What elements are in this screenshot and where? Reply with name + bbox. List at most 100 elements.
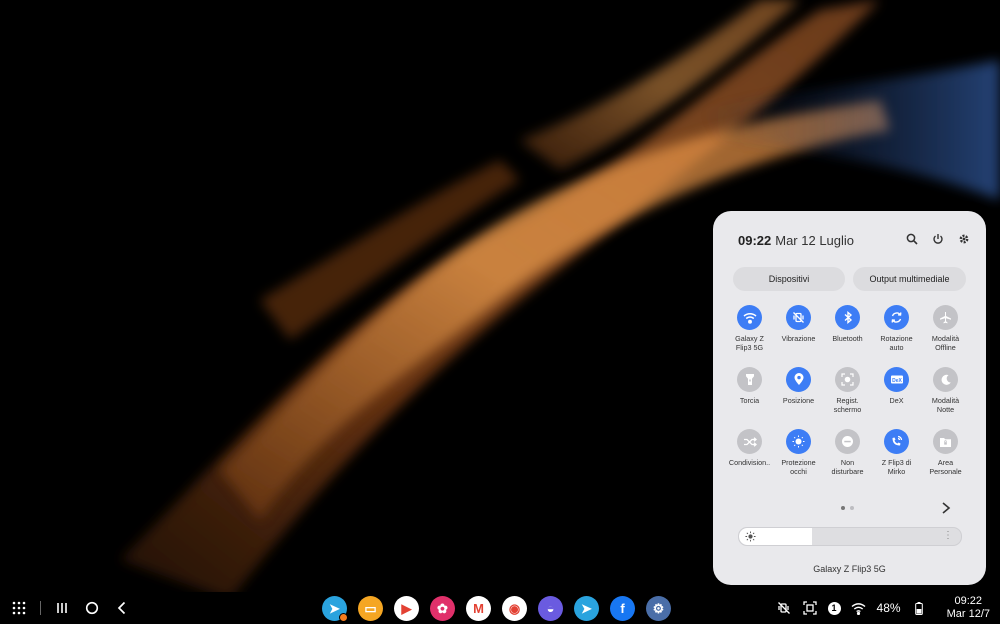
- device-name: Galaxy Z Flip3 5G: [813, 564, 886, 574]
- notification-badge[interactable]: 1: [827, 601, 841, 615]
- wifi-icon: [851, 600, 867, 616]
- bluetooth-icon[interactable]: [835, 305, 860, 330]
- quick-tile-label: Protezione occhi: [781, 458, 816, 476]
- back-icon[interactable]: [113, 600, 131, 616]
- quick-tile[interactable]: Torcia: [725, 367, 774, 419]
- eye-comfort-icon[interactable]: [786, 429, 811, 454]
- search-icon[interactable]: [904, 231, 920, 247]
- quick-panel: 09:22 Mar 12 Luglio Dispositivi Output mu…: [713, 211, 986, 585]
- quick-tile-label: Regist. schermo: [833, 396, 862, 414]
- samsung-notes-icon: ▭: [364, 600, 377, 616]
- taskbar-clock[interactable]: 09:22 Mar 12/7: [947, 595, 990, 621]
- taskbar-apps: ➤ ▭ ▶ ✿ M ◉ ◒ ➤ f ⚙: [322, 596, 671, 622]
- panel-clock: 09:22 Mar 12 Luglio: [738, 233, 854, 248]
- vibration-icon[interactable]: [786, 305, 811, 330]
- telegram-app-2[interactable]: ➤: [574, 596, 599, 621]
- quick-tile[interactable]: Bluetooth: [823, 305, 872, 357]
- home-icon[interactable]: [83, 600, 101, 616]
- gear-icon[interactable]: [956, 231, 972, 247]
- play-store-icon: ▶: [401, 600, 412, 616]
- apps-grid-icon[interactable]: [10, 600, 28, 616]
- devices-button[interactable]: Dispositivi: [733, 267, 845, 291]
- quick-tile[interactable]: Protezione occhi: [774, 429, 823, 481]
- quick-tile-label: Torcia: [739, 396, 760, 405]
- chrome-app[interactable]: ◉: [502, 596, 527, 621]
- page-dot: [850, 506, 854, 510]
- play-store-app[interactable]: ▶: [394, 596, 419, 621]
- quick-tile[interactable]: Non disturbare: [823, 429, 872, 481]
- facebook-icon: f: [620, 601, 625, 616]
- quick-tile[interactable]: Modalità Notte: [921, 367, 970, 419]
- taskbar: ➤ ▭ ▶ ✿ M ◉ ◒ ➤ f ⚙ 1 48% 09:22 Mar 12/7: [0, 592, 1000, 624]
- divider: [40, 601, 41, 615]
- panel-date: Mar 12 Luglio: [775, 233, 855, 248]
- gallery-icon: ✿: [437, 600, 448, 616]
- quick-tile-label: Vibrazione: [781, 334, 816, 343]
- quick-tile[interactable]: Posizione: [774, 367, 823, 419]
- quick-tile[interactable]: Regist. schermo: [823, 367, 872, 419]
- moon-icon[interactable]: [933, 367, 958, 392]
- share-icon[interactable]: [737, 429, 762, 454]
- clock-date: Mar 12/7: [946, 608, 990, 620]
- quick-tile-label: DeX: [889, 396, 904, 405]
- quick-tile-label: Condivision..: [728, 458, 771, 467]
- sun-icon: [745, 531, 756, 542]
- dnd-icon[interactable]: [835, 429, 860, 454]
- page-indicator: [841, 506, 854, 510]
- settings-icon: ⚙: [652, 600, 665, 616]
- more-options-icon[interactable]: ⋮: [943, 530, 953, 542]
- quick-tile[interactable]: DeX DeX: [872, 367, 921, 419]
- flashlight-icon[interactable]: [737, 367, 762, 392]
- samsung-internet-app[interactable]: ◒: [538, 596, 563, 621]
- airplane-icon[interactable]: [933, 305, 958, 330]
- quick-tile[interactable]: Condivision..: [725, 429, 774, 481]
- quick-tile-label: Area Personale: [929, 458, 962, 476]
- battery-icon: [911, 600, 927, 616]
- quick-tile[interactable]: Vibrazione: [774, 305, 823, 357]
- quick-settings-grid: Galaxy Z Flip3 5G Vibrazione Bluetooth Rota…: [725, 305, 977, 481]
- brightness-slider[interactable]: ⋮: [738, 527, 962, 546]
- clock-time: 09:22: [954, 595, 983, 607]
- secure-folder-icon[interactable]: [933, 429, 958, 454]
- quick-tile[interactable]: Galaxy Z Flip3 5G: [725, 305, 774, 357]
- telegram-2-icon: ➤: [581, 600, 592, 616]
- quick-tile-label: Z Flip3 di Mirko: [881, 458, 912, 476]
- gmail-app[interactable]: M: [466, 596, 491, 621]
- chrome-icon: ◉: [508, 600, 521, 616]
- quick-tile-label: Posizione: [782, 396, 815, 405]
- facebook-app[interactable]: f: [610, 596, 635, 621]
- samsung-notes-app[interactable]: ▭: [358, 596, 383, 621]
- panel-time: 09:22: [738, 233, 772, 248]
- rotation-icon[interactable]: [884, 305, 909, 330]
- samsung-internet-icon: ◒: [546, 601, 555, 616]
- screen-capture-icon[interactable]: [802, 600, 818, 616]
- quick-tile[interactable]: Modalità Offline: [921, 305, 970, 357]
- panel-top-icons: [904, 231, 972, 247]
- battery-level: 48%: [876, 601, 901, 615]
- svg-text:DeX: DeX: [892, 377, 902, 383]
- notification-dot: [339, 613, 348, 622]
- telegram-app[interactable]: ➤: [322, 596, 348, 622]
- dex-icon[interactable]: DeX: [884, 367, 909, 392]
- media-output-button[interactable]: Output multimediale: [853, 267, 966, 291]
- wifi-icon[interactable]: [737, 305, 762, 330]
- chevron-right-icon[interactable]: [940, 501, 952, 515]
- quick-tile[interactable]: Area Personale: [921, 429, 970, 481]
- power-icon[interactable]: [930, 231, 946, 247]
- quick-tile[interactable]: Z Flip3 di Mirko: [872, 429, 921, 481]
- quick-tile-label: Modalità Offline: [931, 334, 960, 352]
- phone-link-icon[interactable]: [884, 429, 909, 454]
- quick-tile-label: Modalità Notte: [931, 396, 960, 414]
- screen-record-icon[interactable]: [835, 367, 860, 392]
- quick-tile-label: Rotazione auto: [880, 334, 913, 352]
- page-dot: [841, 506, 845, 510]
- vibrate-mode-icon[interactable]: [776, 600, 792, 616]
- quick-tile[interactable]: Rotazione auto: [872, 305, 921, 357]
- gallery-app[interactable]: ✿: [430, 596, 455, 621]
- taskbar-nav: [10, 600, 131, 616]
- location-icon[interactable]: [786, 367, 811, 392]
- gmail-icon: M: [473, 601, 484, 616]
- settings-app[interactable]: ⚙: [646, 596, 671, 621]
- recents-icon[interactable]: [53, 600, 71, 616]
- quick-tile-label: Non disturbare: [831, 458, 864, 476]
